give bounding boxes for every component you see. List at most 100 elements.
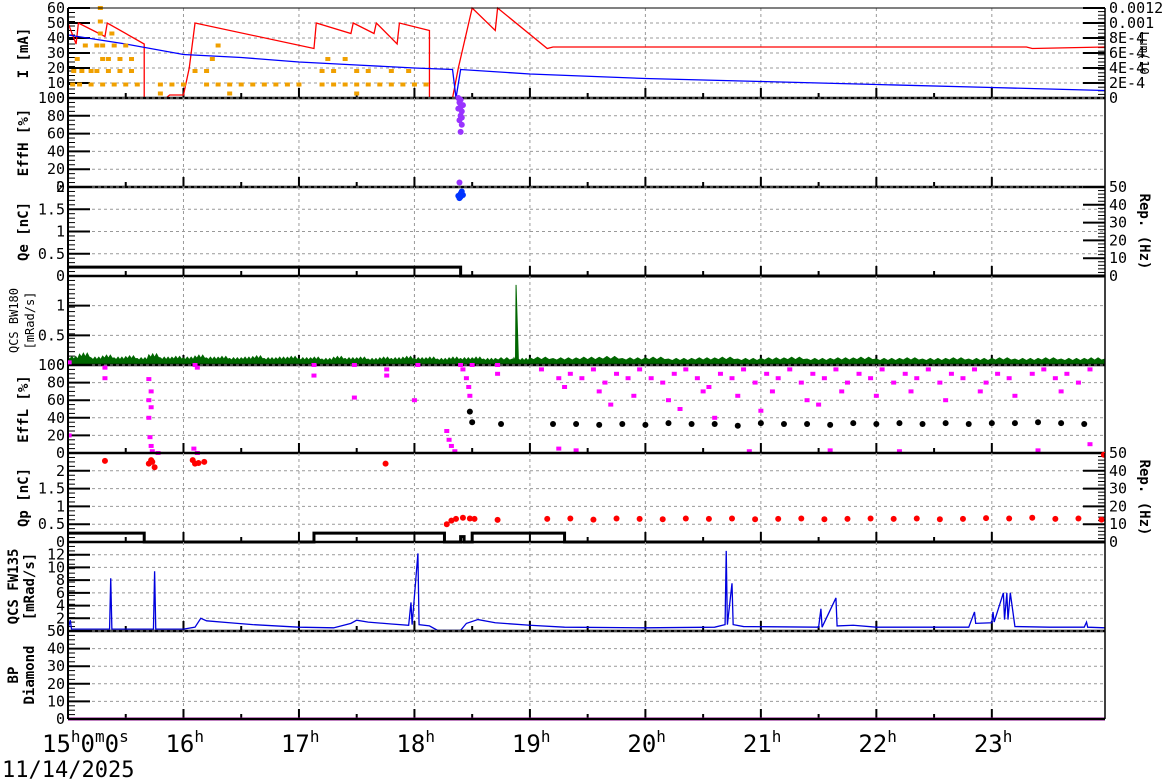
- data-point: [769, 389, 775, 394]
- hour-suffix: h: [310, 727, 320, 746]
- data-point: [354, 82, 360, 87]
- data-point: [169, 82, 175, 87]
- right-y-tick-label: 40: [1109, 196, 1127, 214]
- hour-value: 21: [743, 730, 772, 758]
- data-point: [411, 398, 417, 403]
- time-part-sufs: s: [119, 727, 129, 746]
- y-tick-label: 40: [47, 142, 65, 160]
- y-tick-label: 0.5: [38, 326, 65, 344]
- y-tick-label: 40: [47, 640, 65, 658]
- data-point: [856, 371, 862, 376]
- data-point: [354, 91, 360, 96]
- data-point: [311, 363, 317, 367]
- data-point: [780, 420, 787, 427]
- data-point: [157, 91, 163, 96]
- y-tick-label: 60: [47, 125, 65, 143]
- right-y-tick-label: 20: [1109, 497, 1127, 515]
- data-point: [469, 363, 475, 367]
- data-point: [284, 82, 290, 87]
- data-point: [879, 367, 885, 372]
- data-point: [734, 422, 741, 429]
- x-tick-label: 20h: [627, 727, 666, 758]
- hour-value: 18: [396, 730, 425, 758]
- data-point: [960, 376, 966, 381]
- data-line: [68, 34, 1105, 99]
- data-point: [757, 420, 764, 427]
- data-point: [215, 82, 221, 87]
- panel-current: [67, 6, 1106, 100]
- data-point: [729, 376, 735, 381]
- data-point: [798, 380, 804, 385]
- date-label: 11/14/2025: [2, 758, 134, 782]
- data-point: [227, 82, 233, 87]
- y-tick-label: 80: [47, 374, 65, 392]
- hour-value: 23: [974, 730, 1003, 758]
- data-point: [146, 398, 152, 403]
- data-point: [902, 371, 908, 376]
- data-point: [764, 371, 770, 376]
- y-axis-label: Qp [nC]: [16, 468, 32, 527]
- data-point: [925, 367, 931, 372]
- data-point: [619, 420, 626, 427]
- data-point: [458, 114, 465, 121]
- data-point: [798, 515, 805, 522]
- hour-value: 16: [165, 730, 194, 758]
- data-point: [1075, 380, 1081, 385]
- data-point: [844, 380, 850, 385]
- data-area: [68, 284, 1105, 366]
- data-point: [659, 516, 666, 523]
- y-tick-label: 0: [56, 444, 65, 462]
- data-point: [596, 421, 603, 428]
- data-point: [151, 464, 158, 471]
- data-point: [325, 57, 331, 61]
- data-point: [148, 389, 154, 394]
- data-point: [134, 82, 140, 87]
- data-point: [201, 458, 208, 465]
- data-point: [195, 459, 202, 466]
- x-tick-label: 22h: [858, 727, 897, 758]
- y-tick-label: 40: [47, 409, 65, 427]
- data-point: [959, 515, 966, 522]
- y-axis-label: Qe [nC]: [16, 202, 32, 261]
- data-point: [1029, 371, 1035, 376]
- data-point: [1087, 442, 1093, 447]
- right-axis-label: Rep. (Hz): [1136, 194, 1152, 270]
- data-point: [457, 96, 464, 103]
- data-point: [100, 57, 106, 61]
- data-point: [495, 371, 501, 376]
- data-point: [810, 371, 816, 376]
- data-point: [613, 515, 620, 522]
- data-point: [467, 393, 473, 398]
- data-point: [94, 43, 100, 48]
- data-point: [758, 408, 764, 413]
- data-point: [180, 82, 186, 87]
- data-point: [868, 376, 874, 381]
- data-point: [579, 376, 585, 381]
- data-point: [936, 516, 943, 523]
- y-axis-label: BP: [6, 667, 22, 684]
- data-point: [192, 69, 198, 73]
- data-point: [111, 43, 117, 48]
- data-point: [821, 376, 827, 381]
- data-point: [556, 446, 562, 451]
- data-point: [890, 515, 897, 522]
- data-point: [700, 389, 706, 394]
- data-point: [590, 367, 596, 372]
- series-eff-l-black: [466, 408, 1088, 429]
- series-q-p-red: [101, 451, 1105, 528]
- data-point: [977, 389, 983, 394]
- data-point: [79, 69, 85, 73]
- hour-suffix: h: [541, 727, 551, 746]
- data-point: [388, 69, 394, 73]
- data-point: [97, 19, 103, 24]
- data-point: [556, 376, 562, 381]
- data-point: [148, 443, 154, 448]
- data-point: [1041, 367, 1047, 372]
- data-point: [1058, 420, 1065, 427]
- data-point: [129, 57, 135, 61]
- data-point: [816, 402, 822, 407]
- hour-value: 22: [858, 730, 887, 758]
- data-point: [821, 516, 828, 523]
- data-point: [1052, 515, 1059, 522]
- time-part-suf: h: [71, 727, 81, 746]
